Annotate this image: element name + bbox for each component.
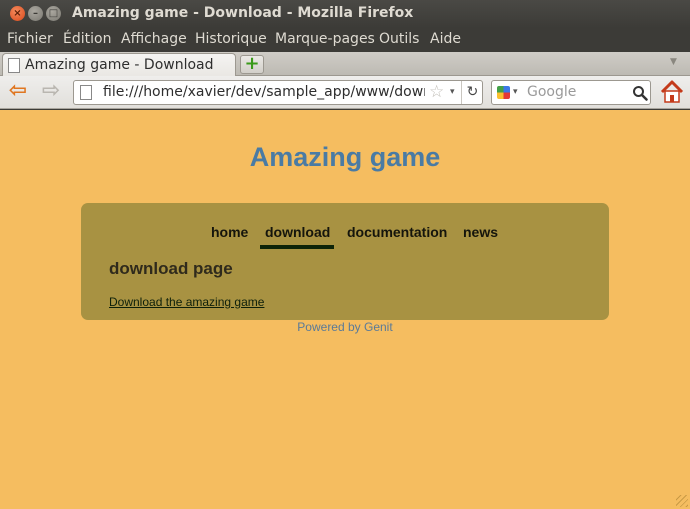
new-tab-button[interactable]: + xyxy=(240,55,264,74)
menubar: Fichier Édition Affichage Historique Mar… xyxy=(0,28,690,52)
window-title: Amazing game - Download - Mozilla Firefo… xyxy=(72,5,414,21)
tab-strip: Amazing game - Download + ▼ xyxy=(0,52,690,77)
menu-aide[interactable]: Aide xyxy=(430,31,461,47)
forward-button[interactable]: ⇨ xyxy=(38,80,64,104)
history-dropdown-icon[interactable]: ▾ xyxy=(450,87,455,97)
resize-grip-icon[interactable] xyxy=(676,495,688,507)
menu-fichier[interactable]: Fichier xyxy=(7,31,53,47)
window-close-button[interactable]: × xyxy=(10,6,25,21)
page-viewport: Amazing game home download documentation… xyxy=(0,110,690,509)
menu-outils[interactable]: Outils xyxy=(379,31,419,47)
search-engine-dropdown-icon[interactable]: ▾ xyxy=(513,87,518,97)
menu-affichage[interactable]: Affichage xyxy=(121,31,187,47)
tab-list-dropdown-icon[interactable]: ▼ xyxy=(670,57,677,67)
search-icon[interactable] xyxy=(632,85,648,101)
reload-button[interactable]: ↻ xyxy=(461,81,483,104)
navigation-toolbar: ⇦ ⇨ file:///home/xavier/dev/sample_app/w… xyxy=(0,76,690,109)
back-button[interactable]: ⇦ xyxy=(5,80,31,104)
page-heading: download page xyxy=(109,259,233,278)
nav-link-home[interactable]: home xyxy=(211,224,248,240)
content-panel: home download documentation news downloa… xyxy=(81,203,609,320)
menu-edition[interactable]: Édition xyxy=(63,31,111,47)
menu-marque-pages[interactable]: Marque-pages xyxy=(275,31,375,47)
tab-label: Amazing game - Download xyxy=(25,57,214,73)
nav-link-news[interactable]: news xyxy=(463,224,498,240)
window-minimize-button[interactable]: – xyxy=(28,6,43,21)
url-input[interactable]: file:///home/xavier/dev/sample_app/www/d… xyxy=(103,84,425,100)
page-favicon-icon xyxy=(8,58,20,73)
bookmark-star-icon[interactable]: ☆ xyxy=(429,82,444,102)
search-input[interactable]: Google xyxy=(527,84,576,100)
site-title: Amazing game xyxy=(249,142,441,172)
download-link[interactable]: Download the amazing game xyxy=(109,295,264,309)
window-maximize-button[interactable]: □ xyxy=(46,6,61,21)
footer-powered-by: Powered by Genit xyxy=(297,320,393,334)
menu-historique[interactable]: Historique xyxy=(195,31,267,47)
url-bar[interactable]: file:///home/xavier/dev/sample_app/www/d… xyxy=(73,80,483,105)
home-icon[interactable] xyxy=(659,79,685,105)
search-engine-icon[interactable] xyxy=(497,86,510,99)
window-titlebar: × – □ Amazing game - Download - Mozilla … xyxy=(0,0,690,28)
tab-active[interactable]: Amazing game - Download xyxy=(2,53,236,77)
site-identity-icon[interactable] xyxy=(80,85,92,100)
nav-link-download[interactable]: download xyxy=(265,224,330,240)
search-bar[interactable]: ▾ Google xyxy=(491,80,651,105)
nav-link-documentation[interactable]: documentation xyxy=(347,224,447,240)
active-nav-indicator xyxy=(260,245,334,249)
